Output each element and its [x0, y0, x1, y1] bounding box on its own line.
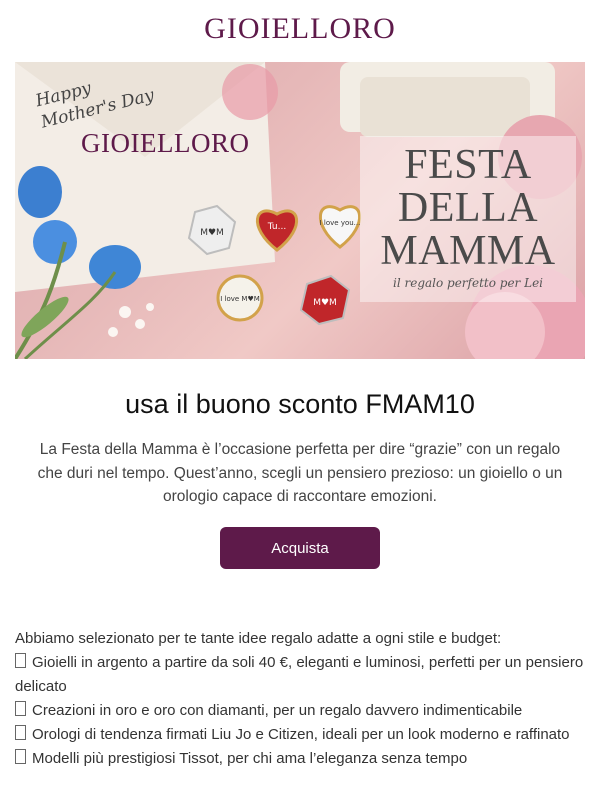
bullet-icon: [15, 724, 26, 740]
charm-text: M♥M: [200, 228, 224, 238]
coupon-title: usa il buono sconto FMAM10: [125, 389, 475, 419]
intro-paragraph: La Festa della Mamma è l’occasione perfe…: [37, 441, 563, 505]
list-item: Orologi di tendenza firmati Liu Jo e Cit…: [15, 723, 585, 747]
shop-button[interactable]: Acquista: [220, 526, 380, 569]
hero-headline: FESTA DELLA MAMMA: [380, 142, 556, 274]
gift-ideas-lead: Abbiamo selezionato per te tante idee re…: [15, 629, 502, 647]
list-item: Creazioni in oro e oro con diamanti, per…: [15, 699, 585, 723]
bullet-icon: [15, 748, 26, 764]
email-header: GIOIELLORO: [0, 0, 600, 58]
hero-brand: GIOIELLORO: [81, 128, 250, 158]
bullet-icon: [15, 700, 26, 716]
bullet-icon: [15, 652, 26, 668]
list-item: Gioielli in argento a partire da soli 40…: [15, 652, 584, 695]
charm-text: I love M♥M: [220, 295, 260, 303]
hero-banner[interactable]: M♥M Tu... I love you... I love M♥M M♥M H…: [15, 62, 585, 359]
brand-logo[interactable]: GIOIELLORO: [204, 12, 396, 46]
charm-text: M♥M: [313, 298, 337, 308]
charm-text: Tu...: [267, 222, 286, 232]
hero-headline-panel: FESTA DELLA MAMMA il regalo perfetto per…: [360, 136, 576, 302]
gift-ideas-section: Abbiamo selezionato per te tante idee re…: [15, 627, 585, 771]
list-item: Modelli più prestigiosi Tissot, per chi …: [15, 747, 585, 771]
hero-subtitle: il regalo perfetto per Lei: [392, 276, 544, 290]
charm-text: I love you...: [320, 219, 361, 227]
cta-container: Acquista: [0, 526, 600, 569]
